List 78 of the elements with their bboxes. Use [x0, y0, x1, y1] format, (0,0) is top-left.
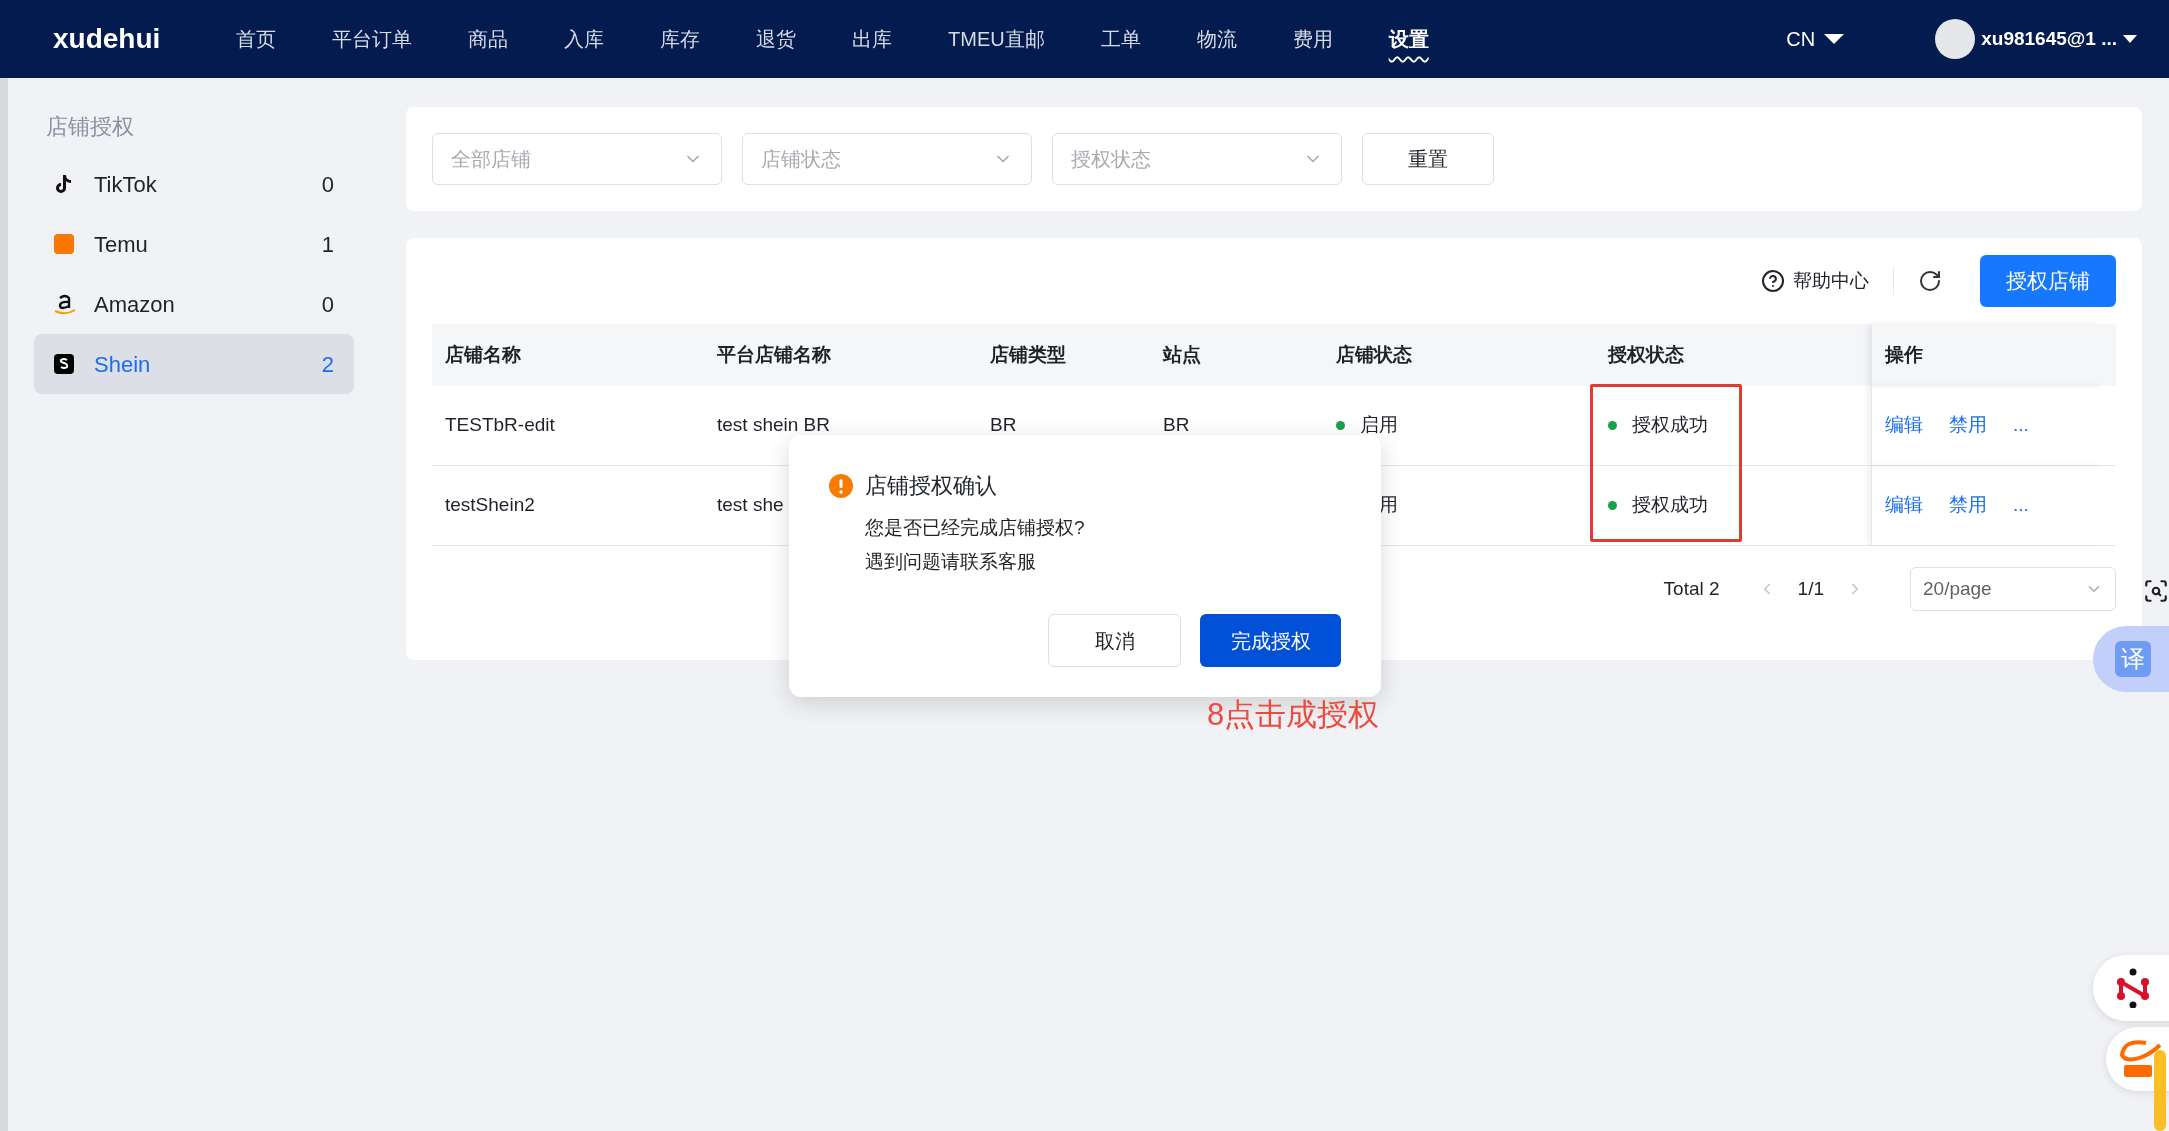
music-note-icon — [54, 173, 74, 195]
nav-tab[interactable]: 设置 — [1388, 24, 1429, 54]
authorize-store-button[interactable]: 授权店铺 — [1980, 255, 2116, 307]
nav-tab[interactable]: 费用 — [1292, 24, 1333, 54]
column-header: 平台店铺名称 — [716, 342, 832, 367]
table-cell-text: BR — [990, 413, 1017, 438]
column-header: 店铺类型 — [989, 342, 1067, 367]
sidebar-item[interactable]: TikTok 0 — [34, 154, 354, 214]
shopping-app-icon — [54, 234, 74, 254]
platform-name: Shein — [94, 350, 151, 379]
letter-s-square-icon — [54, 354, 74, 374]
plugin-widget[interactable] — [2093, 955, 2169, 1021]
auth-status: 授权成功 — [1632, 493, 1708, 518]
table-cell-text: testShein2 — [445, 493, 535, 518]
action-link[interactable]: 编辑 — [1885, 491, 1923, 520]
dialog-title: 店铺授权确认 — [865, 472, 997, 500]
column-header: 操作 — [1871, 324, 2103, 386]
store-status: 用 — [1379, 493, 1398, 518]
action-link[interactable]: 禁用 — [1949, 411, 1987, 440]
nav-tab[interactable]: 商品 — [468, 24, 508, 54]
dialog-message: 您是否已经完成店铺授权? — [865, 516, 1086, 540]
logo: xudehui — [53, 22, 162, 56]
reset-button[interactable]: 重置 — [1362, 133, 1494, 185]
nav-tab[interactable]: 平台订单 — [332, 24, 412, 54]
language-label[interactable]: CN — [1786, 24, 1816, 54]
store-status: 启用 — [1360, 413, 1398, 438]
nav-tab[interactable]: 库存 — [660, 24, 700, 54]
dialog-message: 遇到问题请联系客服 — [865, 550, 1037, 574]
select-placeholder: 全部店铺 — [451, 147, 531, 172]
nav-tab[interactable]: 工单 — [1100, 24, 1141, 54]
network-nodes-icon — [2115, 968, 2151, 1008]
warning-icon — [829, 473, 853, 498]
scan-search-icon[interactable] — [2143, 578, 2169, 604]
action-link[interactable]: ... — [2013, 411, 2029, 440]
cancel-button[interactable]: 取消 — [1048, 614, 1181, 667]
action-link[interactable]: 编辑 — [1885, 411, 1923, 440]
select-placeholder: 授权状态 — [1071, 147, 1151, 172]
nav-tab[interactable]: 入库 — [564, 24, 604, 54]
platform-name: Amazon — [94, 290, 175, 319]
caret-icon — [2123, 35, 2137, 43]
caret-icon — [1823, 33, 1846, 45]
table-cell-text: test she — [717, 493, 784, 518]
column-header: 授权状态 — [1606, 342, 1685, 367]
platform-name: TikTok — [94, 170, 157, 199]
table-cell-text: test shein BR — [717, 413, 830, 438]
nav-tab[interactable]: 出库 — [852, 24, 892, 54]
table-cell-text: BR — [1163, 413, 1190, 438]
help-icon — [1761, 269, 1785, 293]
nav-tab[interactable]: 退货 — [756, 24, 796, 54]
letter-a-smile-icon — [54, 292, 76, 316]
refresh-icon[interactable] — [1918, 269, 1942, 293]
store-count: 2 — [321, 350, 334, 379]
nav-tab[interactable]: 首页 — [236, 24, 276, 54]
avatar[interactable] — [1935, 19, 1976, 59]
action-link[interactable]: 禁用 — [1949, 491, 1987, 520]
sidebar-title: 店铺授权 — [45, 113, 135, 141]
help-link[interactable]: 帮助中心 — [1761, 266, 1869, 296]
select-placeholder: 店铺状态 — [761, 147, 841, 172]
auth-status: 授权成功 — [1632, 413, 1708, 438]
column-header: 店铺名称 — [444, 342, 522, 367]
annotation-text: 8点击成授权 — [1207, 696, 1380, 734]
store-count: 0 — [321, 290, 334, 319]
nav-tab[interactable]: 物流 — [1196, 24, 1237, 54]
action-link[interactable]: ... — [2013, 491, 2029, 520]
column-header: 站点 — [1161, 342, 1202, 367]
store-count: 0 — [321, 170, 334, 199]
page-size-select[interactable]: 20/page — [1910, 567, 2116, 611]
sidebar-item[interactable]: Temu 1 — [34, 214, 354, 274]
column-header: 店铺状态 — [1335, 342, 1413, 367]
user-name[interactable]: xu981645@1 ... — [1981, 24, 2117, 54]
table-cell-text: TESTbR-edit — [445, 413, 555, 438]
nav-tab[interactable]: TMEU直邮 — [948, 24, 1045, 54]
sidebar-item[interactable]: Amazon 0 — [34, 274, 354, 334]
platform-name: Temu — [94, 230, 148, 259]
complete-authorization-button[interactable]: 完成授权 — [1200, 614, 1341, 667]
store-count: 1 — [321, 230, 334, 259]
total-count: Total 2 — [1663, 576, 1720, 601]
page-indicator: 1/1 — [1797, 576, 1824, 601]
